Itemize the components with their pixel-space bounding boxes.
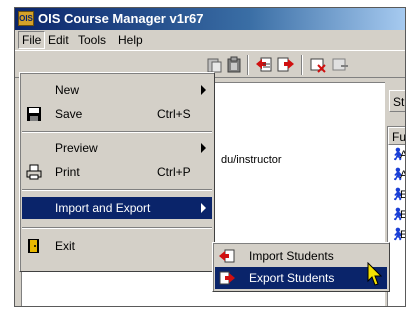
window-title: OIS Course Manager v1r67: [38, 11, 204, 26]
delete-student-icon[interactable]: [309, 56, 327, 74]
menu-tools[interactable]: Tools: [78, 33, 106, 47]
list-item[interactable]: 🚶︎A: [390, 167, 406, 185]
menu-item-preview[interactable]: Preview: [22, 137, 212, 159]
menu-item-save[interactable]: Save Ctrl+S: [22, 103, 212, 125]
menu-edit[interactable]: Edit: [48, 33, 69, 47]
list-item[interactable]: 🚶︎A: [390, 147, 406, 165]
menu-item-import-students[interactable]: Import Students: [215, 245, 387, 267]
clipboard-icon[interactable]: [225, 56, 243, 74]
title-bar[interactable]: OIS OIS Course Manager v1r67: [15, 8, 405, 30]
menu-bar: File Edit Tools Help: [15, 30, 405, 50]
exit-door-icon: [28, 239, 39, 253]
export-students-icon: [219, 271, 235, 285]
menu-file[interactable]: File: [18, 31, 46, 49]
menu-item-import-and-export[interactable]: Import and Export: [22, 197, 212, 219]
app-logo-icon: OIS: [18, 11, 34, 26]
tab-students[interactable]: Stud: [389, 90, 405, 112]
student-person-icon: 🚶︎: [390, 207, 406, 221]
menu-item-export-students[interactable]: Export Students: [215, 267, 387, 289]
menu-separator: [22, 189, 212, 191]
list-item[interactable]: 🚶︎E: [390, 227, 406, 245]
list-item[interactable]: 🚶︎E: [390, 187, 406, 205]
student-person-icon: 🚶︎: [390, 227, 406, 241]
menu-item-print[interactable]: Print Ctrl+P: [22, 161, 212, 183]
import-icon[interactable]: [255, 56, 273, 74]
import-students-icon: [219, 249, 235, 263]
menu-item-new[interactable]: New: [22, 79, 212, 101]
column-header-full-name[interactable]: Full: [388, 127, 405, 145]
instructor-path: du/instructor: [221, 154, 282, 166]
list-item[interactable]: 🚶︎E: [390, 207, 406, 225]
menu-item-exit[interactable]: Exit: [22, 235, 212, 257]
file-menu: New Save Ctrl+S Preview Print Ctrl+P Imp…: [19, 72, 215, 272]
export-icon[interactable]: [277, 56, 295, 74]
student-person-icon: 🚶︎: [390, 167, 406, 181]
menu-separator: [22, 227, 212, 229]
menu-help[interactable]: Help: [118, 33, 143, 47]
menu-separator: [22, 131, 212, 133]
move-icon[interactable]: [331, 56, 349, 74]
import-export-submenu: Import Students Export Students: [212, 242, 390, 292]
submenu-arrow-icon: [201, 203, 206, 213]
save-disk-icon: [27, 107, 41, 121]
toolbar-separator: [247, 55, 249, 75]
printer-icon: [26, 164, 42, 180]
student-person-icon: 🚶︎: [390, 147, 406, 161]
submenu-arrow-icon: [201, 85, 206, 95]
student-person-icon: 🚶︎: [390, 187, 406, 201]
toolbar-separator: [301, 55, 303, 75]
submenu-arrow-icon: [201, 143, 206, 153]
mouse-pointer-icon: [367, 262, 383, 286]
